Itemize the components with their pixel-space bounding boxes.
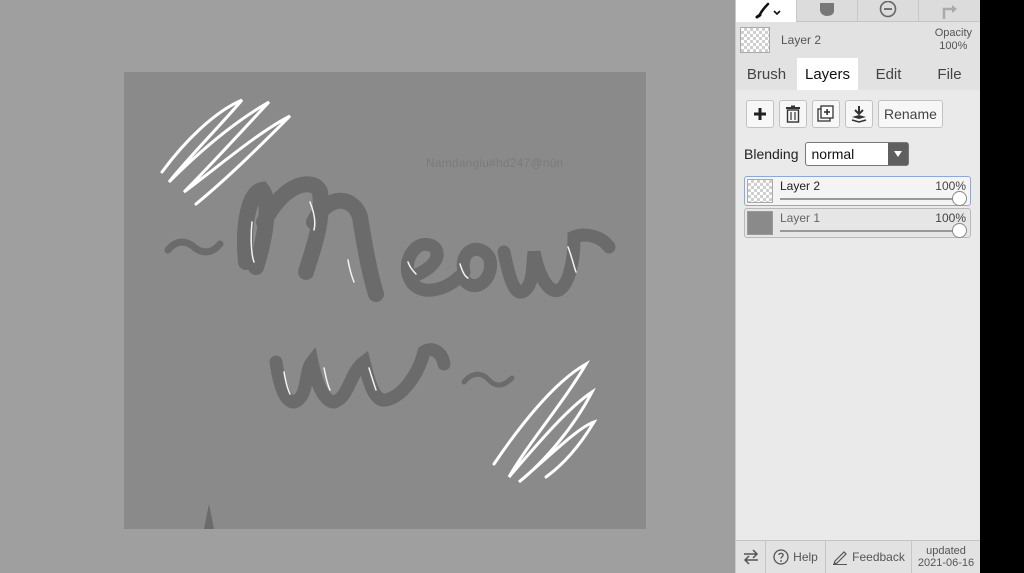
layer-thumbnail: [747, 211, 773, 235]
current-layer-bar[interactable]: Layer 2 Opacity 100%: [736, 23, 980, 57]
help-button[interactable]: Help: [766, 541, 826, 573]
current-layer-name: Layer 2: [781, 33, 822, 47]
duplicate-layer-icon: [817, 105, 834, 122]
layer-name: Layer 2: [780, 179, 821, 193]
add-layer-button[interactable]: [746, 100, 774, 128]
updated-info: updated 2021-06-16: [912, 541, 980, 573]
blending-value: normal: [811, 146, 855, 162]
layers-pane: Rename Blending normal Layer 2 100% Laye…: [736, 90, 980, 540]
layer-row[interactable]: Layer 1 100%: [744, 208, 971, 238]
feedback-button[interactable]: Feedback: [826, 541, 912, 573]
rename-button[interactable]: Rename: [878, 100, 943, 128]
help-icon: [773, 549, 789, 565]
updated-label: updated: [926, 545, 966, 557]
brush-icon: [755, 2, 781, 19]
panel-tabs: Brush Layers Edit File: [736, 58, 980, 90]
hand-tool-button[interactable]: [797, 0, 858, 22]
delete-layer-button[interactable]: [779, 100, 807, 128]
spike-mark: [204, 504, 214, 529]
letter-e: [401, 237, 466, 297]
merge-down-icon: [851, 106, 867, 123]
delete-layer-icon: [786, 105, 800, 123]
opacity-readout: Opacity 100%: [935, 27, 972, 53]
layer-opacity-slider[interactable]: [780, 230, 960, 232]
artwork: [160, 98, 616, 529]
drawing-canvas[interactable]: Namdangiu#hd247@nún: [124, 72, 646, 529]
layer-row[interactable]: Layer 2 100%: [744, 176, 971, 206]
tab-layers[interactable]: Layers: [797, 58, 858, 90]
brush-tool-button[interactable]: [736, 0, 797, 22]
letters-ww: [269, 343, 451, 409]
letter-m: [236, 176, 384, 302]
watermark-text: Namdangiu#hd247@nún: [426, 156, 564, 170]
layer-opacity-handle[interactable]: [952, 191, 967, 206]
layer-thumbnail: [747, 179, 773, 203]
screen-edge: [980, 0, 1024, 573]
dropdown-arrow-icon: [887, 143, 908, 165]
tab-edit[interactable]: Edit: [858, 58, 919, 90]
swap-arrows-icon: [743, 549, 758, 565]
opacity-value: 100%: [939, 40, 968, 52]
panel-footer: Help Feedback updated 2021-06-16: [736, 540, 980, 573]
feedback-label: Feedback: [852, 550, 905, 564]
layer-name: Layer 1: [780, 211, 821, 225]
tilde-right: [461, 371, 515, 388]
tilde-left: [164, 238, 224, 256]
help-label: Help: [793, 550, 818, 564]
layer-opacity-slider[interactable]: [780, 198, 960, 200]
duplicate-layer-button[interactable]: [812, 100, 840, 128]
toolbar: [736, 0, 980, 22]
add-layer-icon: [754, 108, 766, 120]
white-scribble-top: [160, 98, 292, 206]
merge-down-button[interactable]: [845, 100, 873, 128]
tab-file[interactable]: File: [919, 58, 980, 90]
tab-brush[interactable]: Brush: [736, 58, 797, 90]
blending-row: Blending normal: [744, 142, 909, 166]
layer-opacity-handle[interactable]: [952, 223, 967, 238]
updated-date: 2021-06-16: [917, 557, 975, 569]
letter-o: [456, 242, 498, 293]
workspace: Namdangiu#hd247@nún: [0, 0, 735, 573]
current-layer-thumbnail: [740, 27, 770, 53]
redo-button[interactable]: [919, 0, 980, 22]
blending-label: Blending: [744, 146, 799, 162]
feedback-pen-icon: [833, 551, 848, 565]
opacity-label: Opacity: [934, 27, 972, 39]
side-panel: Layer 2 Opacity 100% Brush Layers Edit F…: [735, 0, 980, 573]
zoom-out-button[interactable]: [858, 0, 919, 22]
zoom-out-icon: [879, 1, 897, 18]
blending-select[interactable]: normal: [804, 142, 909, 166]
letter-w: [497, 228, 616, 299]
hand-icon: [820, 3, 834, 16]
layer-actions: Rename: [746, 100, 943, 128]
swap-side-button[interactable]: [736, 541, 766, 573]
redo-icon: [942, 5, 957, 19]
